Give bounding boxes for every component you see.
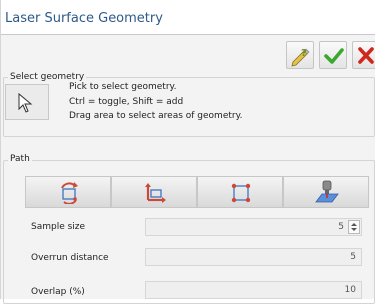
dialog-panel: Laser Surface Geometry ? Select geometry… bbox=[0, 0, 375, 304]
select-geometry-label: Select geometry bbox=[8, 72, 87, 82]
help-pencil-icon: ? bbox=[291, 48, 310, 67]
instruction-line: Drag area to select areas of geometry. bbox=[69, 111, 243, 121]
green-check-icon bbox=[324, 48, 344, 64]
spin-down-icon[interactable] bbox=[351, 228, 357, 231]
overrun-distance-field[interactable]: 5 bbox=[145, 248, 362, 266]
select-geometry-group bbox=[3, 77, 375, 137]
overlap-field[interactable]: 10 bbox=[145, 281, 362, 299]
sample-size-spinner[interactable] bbox=[348, 220, 360, 234]
dialog-title: Laser Surface Geometry bbox=[5, 11, 163, 26]
overlap-value: 10 bbox=[344, 285, 356, 295]
fit-frame-icon bbox=[231, 183, 251, 203]
axis-path-button[interactable] bbox=[111, 176, 197, 208]
sample-size-value: 5 bbox=[338, 222, 344, 232]
overrun-distance-value: 5 bbox=[350, 252, 356, 262]
help-button[interactable]: ? bbox=[286, 41, 314, 69]
cancel-button[interactable] bbox=[352, 41, 375, 69]
pick-geometry-button[interactable] bbox=[5, 84, 49, 120]
instruction-line: Pick to select geometry. bbox=[69, 82, 177, 92]
sample-size-stepper[interactable]: 5 bbox=[145, 218, 362, 236]
instruction-line: Ctrl = toggle, Shift = add bbox=[69, 97, 184, 107]
laser-probe-button[interactable] bbox=[283, 176, 369, 208]
svg-text:?: ? bbox=[301, 48, 307, 59]
sample-size-label: Sample size bbox=[31, 222, 86, 232]
rotate-path-icon bbox=[61, 182, 78, 204]
overlap-label: Overlap (%) bbox=[31, 287, 85, 297]
title-bar: Laser Surface Geometry bbox=[1, 0, 375, 35]
rotate-path-button[interactable] bbox=[25, 176, 111, 208]
fit-frame-button[interactable] bbox=[197, 176, 283, 208]
red-x-icon bbox=[358, 47, 374, 64]
spin-up-icon[interactable] bbox=[351, 223, 357, 226]
ok-button[interactable] bbox=[319, 41, 347, 69]
laser-probe-icon bbox=[315, 180, 339, 203]
axis-path-icon bbox=[145, 183, 166, 203]
path-toolbar bbox=[25, 176, 369, 208]
overrun-distance-label: Overrun distance bbox=[31, 253, 109, 263]
path-label: Path bbox=[8, 154, 32, 164]
cursor-arrow-icon bbox=[18, 92, 33, 113]
